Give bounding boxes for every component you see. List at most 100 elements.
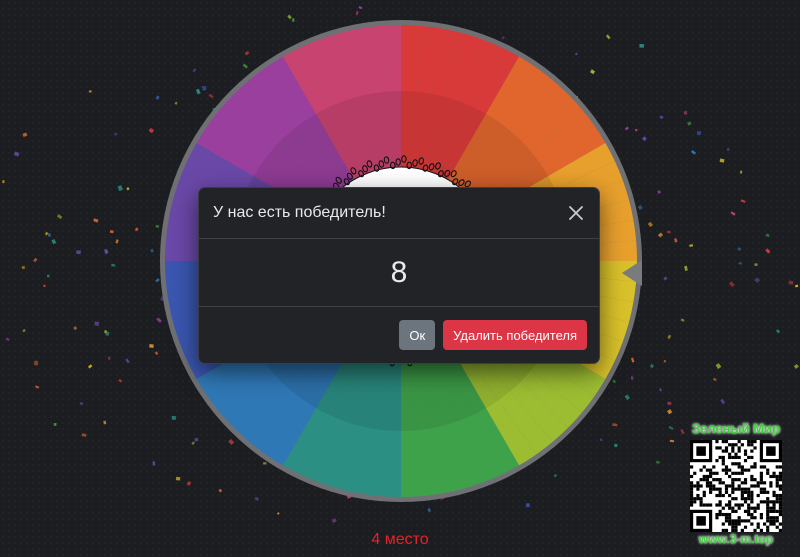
confetti-piece — [150, 248, 154, 253]
confetti-piece — [103, 420, 107, 425]
dialog-title: У нас есть победитель! — [213, 204, 386, 221]
winner-value: 8 — [390, 255, 408, 289]
confetti-piece — [713, 377, 717, 382]
confetti-piece — [788, 280, 794, 285]
confetti-piece — [689, 244, 694, 247]
confetti-piece — [754, 263, 758, 267]
confetti-piece — [765, 248, 771, 254]
confetti-piece — [276, 512, 280, 515]
ok-button[interactable]: Ок — [399, 320, 436, 350]
confetti-piece — [765, 233, 770, 238]
confetti-piece — [126, 187, 130, 191]
confetti-piece — [125, 358, 130, 364]
confetti-piece — [73, 326, 78, 331]
confetti-piece — [658, 387, 663, 392]
confetti-piece — [79, 402, 84, 406]
confetti-piece — [697, 131, 701, 135]
confetti-piece — [81, 433, 87, 437]
confetti-piece — [34, 385, 40, 389]
confetti-piece — [754, 277, 761, 284]
wheel-stage: У нас есть победитель! 8 Ок Удалить побе… — [0, 0, 800, 557]
confetti-piece — [740, 199, 746, 203]
remove-winner-button[interactable]: Удалить победителя — [443, 320, 587, 350]
confetti-piece — [21, 265, 26, 270]
confetti-piece — [117, 185, 123, 192]
confetti-piece — [775, 329, 781, 334]
confetti-piece — [13, 151, 20, 157]
close-button[interactable] — [565, 202, 587, 224]
confetti-piece — [684, 265, 688, 271]
confetti-piece — [668, 425, 674, 430]
confetti-piece — [669, 439, 675, 443]
winner-dialog: У нас есть победитель! 8 Ок Удалить побе… — [198, 187, 600, 364]
confetti-piece — [726, 147, 730, 152]
confetti-piece — [44, 231, 49, 236]
confetti-piece — [115, 239, 119, 244]
confetti-piece — [659, 115, 664, 119]
confetti-piece — [2, 180, 5, 184]
confetti-piece — [46, 274, 50, 278]
confetti-piece — [647, 221, 654, 228]
watermark: Зеленый Мир www.3-m.top — [686, 421, 786, 549]
confetti-piece — [152, 461, 156, 466]
confetti-piece — [34, 360, 38, 366]
confetti-piece — [51, 239, 57, 245]
confetti-piece — [134, 227, 139, 232]
confetti-piece — [730, 211, 736, 216]
confetti-piece — [657, 190, 661, 194]
confetti-piece — [674, 238, 678, 243]
confetti-piece — [649, 364, 654, 369]
confetti-piece — [111, 263, 116, 267]
confetti-piece — [5, 337, 10, 341]
confetti-piece — [738, 262, 743, 265]
confetti-piece — [331, 518, 337, 524]
confetti-piece — [663, 359, 667, 363]
confetti-piece — [427, 508, 432, 513]
confetti-piece — [739, 170, 743, 174]
confetti-piece — [737, 247, 742, 251]
confetti-piece — [720, 398, 726, 405]
confetti-piece — [118, 378, 123, 383]
confetti-piece — [154, 351, 159, 356]
confetti-piece — [43, 284, 46, 287]
confetti-piece — [667, 409, 673, 415]
confetti-piece — [107, 356, 111, 361]
confetti-piece — [113, 132, 118, 136]
confetti-piece — [683, 110, 688, 115]
confetti-piece — [88, 90, 92, 93]
place-label: 4 место — [371, 531, 429, 548]
wheel-pointer-icon — [622, 260, 642, 286]
confetti-piece — [109, 230, 114, 234]
confetti-piece — [87, 364, 93, 369]
confetti-piece — [22, 328, 26, 333]
confetti-piece — [794, 284, 799, 288]
confetti-piece — [47, 233, 51, 237]
dialog-body: 8 — [199, 239, 599, 307]
confetti-piece — [526, 503, 530, 508]
confetti-piece — [793, 364, 799, 369]
confetti-piece — [33, 257, 38, 263]
watermark-url: www.3-m.top — [698, 532, 774, 546]
confetti-piece — [655, 460, 660, 464]
confetti-piece — [657, 232, 664, 238]
qr-code-icon — [690, 440, 782, 532]
confetti-piece — [719, 158, 725, 163]
confetti-piece — [355, 10, 359, 16]
confetti-piece — [690, 150, 697, 155]
confetti-piece — [666, 230, 672, 234]
confetti-piece — [663, 276, 668, 281]
confetti-piece — [148, 127, 155, 134]
confetti-piece — [76, 250, 81, 255]
confetti-piece — [667, 334, 672, 340]
confetti-piece — [94, 321, 100, 327]
confetti-piece — [687, 121, 692, 126]
confetti-piece — [56, 214, 63, 220]
watermark-title: Зеленый Мир — [691, 421, 780, 436]
confetti-piece — [149, 343, 154, 349]
confetti-piece — [358, 5, 363, 10]
confetti-piece — [680, 429, 685, 435]
confetti-piece — [680, 318, 685, 322]
dialog-header: У нас есть победитель! — [199, 188, 599, 239]
confetti-piece — [93, 218, 99, 223]
confetti-piece — [22, 132, 28, 137]
